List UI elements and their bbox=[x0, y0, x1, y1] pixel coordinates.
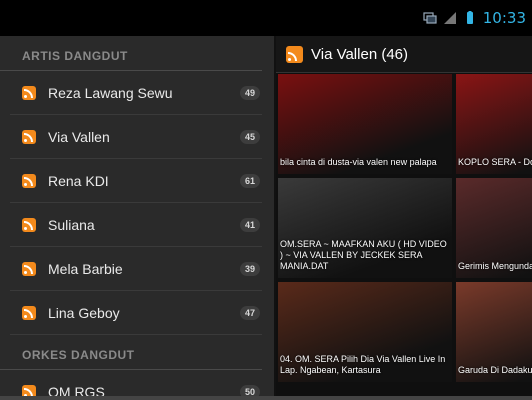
section-header-orkes: ORKES DANGDUT bbox=[0, 335, 262, 370]
count-badge: 61 bbox=[239, 173, 260, 188]
video-tile[interactable]: Gerimis Mengunda bbox=[456, 178, 532, 278]
rss-icon bbox=[22, 305, 36, 320]
count-badge: 47 bbox=[239, 305, 260, 320]
status-time: 10:33 bbox=[482, 9, 526, 27]
sidebar-item-mela-barbie[interactable]: Mela Barbie 39 bbox=[10, 247, 262, 291]
video-caption: Gerimis Mengunda bbox=[458, 261, 532, 271]
signal-icon bbox=[443, 12, 456, 24]
status-icons: 10:33 bbox=[423, 0, 526, 36]
count-badge: 39 bbox=[239, 261, 260, 276]
rss-icon bbox=[22, 129, 36, 144]
pane-header: Via Vallen (46) bbox=[276, 36, 532, 73]
sidebar-item-rena-kdi[interactable]: Rena KDI 61 bbox=[10, 159, 262, 203]
sidebar: ARTIS DANGDUT Reza Lawang Sewu 49 Via Va… bbox=[0, 36, 274, 400]
rss-icon bbox=[22, 173, 36, 188]
battery-icon bbox=[466, 11, 473, 24]
bottom-edge bbox=[0, 396, 532, 400]
rss-icon bbox=[286, 45, 303, 63]
rss-icon bbox=[22, 85, 36, 100]
rss-icon bbox=[22, 261, 36, 276]
sidebar-item-reza-lawang-sewu[interactable]: Reza Lawang Sewu 49 bbox=[10, 71, 262, 115]
sidebar-item-label: Via Vallen bbox=[48, 128, 110, 145]
video-pane: Via Vallen (46) bila cinta di dusta-via … bbox=[276, 36, 532, 400]
sidebar-item-label: Suliana bbox=[48, 216, 95, 233]
video-caption: bila cinta di dusta-via valen new palapa bbox=[280, 157, 437, 167]
video-tile[interactable]: bila cinta di dusta-via valen new palapa bbox=[278, 74, 452, 174]
count-badge: 41 bbox=[239, 217, 260, 232]
video-caption: OM.SERA ~ MAAFKAN AKU ( HD VIDEO ) ~ VIA… bbox=[280, 239, 447, 271]
sidebar-item-label: Lina Geboy bbox=[48, 304, 120, 321]
video-tile[interactable]: Garuda Di Dadaku, "Seraaaa live JTV" bbox=[456, 282, 532, 382]
pane-title: Via Vallen (46) bbox=[311, 45, 409, 63]
rss-icon bbox=[22, 217, 36, 232]
section-header-artis: ARTIS DANGDUT bbox=[0, 36, 262, 71]
screenshot-icon bbox=[423, 12, 437, 24]
video-caption: KOPLO SERA - Doko Via vallen.flv bbox=[458, 157, 532, 167]
status-bar: 10:33 bbox=[0, 0, 532, 36]
video-tile[interactable]: OM.SERA ~ MAAFKAN AKU ( HD VIDEO ) ~ VIA… bbox=[278, 178, 452, 278]
video-tile[interactable]: KOPLO SERA - Doko Via vallen.flv bbox=[456, 74, 532, 174]
count-badge: 45 bbox=[239, 129, 260, 144]
video-caption: 04. OM. SERA Pilih Dia Via Vallen Live I… bbox=[280, 354, 446, 375]
sidebar-item-lina-geboy[interactable]: Lina Geboy 47 bbox=[10, 291, 262, 335]
sidebar-item-label: Mela Barbie bbox=[48, 260, 123, 277]
sidebar-item-label: Rena KDI bbox=[48, 172, 109, 189]
count-badge: 49 bbox=[239, 85, 260, 100]
video-caption: Garuda Di Dadaku, "Seraaaa live JTV" bbox=[458, 365, 532, 375]
sidebar-item-via-vallen[interactable]: Via Vallen 45 bbox=[10, 115, 262, 159]
sidebar-item-label: Reza Lawang Sewu bbox=[48, 84, 173, 101]
sidebar-item-suliana[interactable]: Suliana 41 bbox=[10, 203, 262, 247]
video-tile[interactable]: 04. OM. SERA Pilih Dia Via Vallen Live I… bbox=[278, 282, 452, 382]
